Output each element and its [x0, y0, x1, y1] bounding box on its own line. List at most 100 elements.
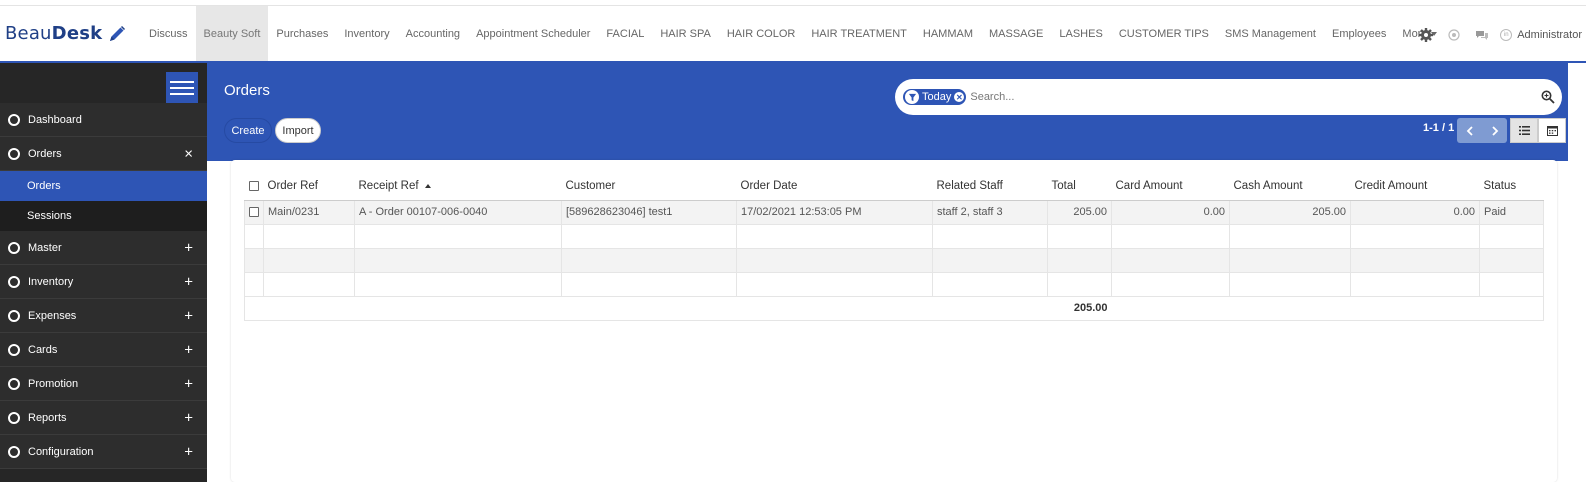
pencil-icon: [110, 25, 126, 41]
column-header-credit-amount[interactable]: Credit Amount: [1350, 173, 1480, 201]
search-icon[interactable]: [1541, 90, 1555, 104]
main-content: Orders Create Import Today ✕ 1-1 / 1: [207, 63, 1586, 482]
menu-item-accounting[interactable]: Accounting: [398, 6, 468, 61]
table-row[interactable]: Main/0231 A - Order 00107-006-0040 [589628…: [244, 199, 1544, 225]
sidebar-subitem-sessions[interactable]: Sessions: [0, 201, 207, 231]
menu-item-beauty-soft[interactable]: Beauty Soft: [195, 6, 269, 61]
search-input[interactable]: [970, 91, 1531, 103]
collapse-icon[interactable]: ×: [184, 146, 193, 161]
expand-icon[interactable]: +: [184, 240, 193, 255]
sidebar-item-configuration[interactable]: Configuration +: [0, 435, 207, 469]
filter-facet-label: Today: [922, 91, 952, 103]
column-header-order-ref[interactable]: Order Ref: [263, 173, 355, 201]
sidebar-item-label: Expenses: [28, 309, 77, 322]
menu-item-employees[interactable]: Employees: [1324, 6, 1394, 61]
menu-item-customer-tips[interactable]: CUSTOMER TIPS: [1111, 6, 1217, 61]
column-header-customer[interactable]: Customer: [561, 173, 737, 201]
menu-item-hair-spa[interactable]: HAIR SPA: [652, 6, 719, 61]
column-header-label: Total: [1051, 180, 1076, 193]
menu-item-facial[interactable]: FACIAL: [598, 6, 652, 61]
sidebar-item-dashboard[interactable]: Dashboard: [0, 103, 207, 137]
menu-item-massage[interactable]: MASSAGE: [981, 6, 1051, 61]
pager-value[interactable]: 1-1 / 1: [1423, 122, 1454, 134]
sidebar-subitem-orders[interactable]: Orders: [0, 171, 207, 201]
chevron-right-icon: [1491, 125, 1498, 136]
filter-facet[interactable]: Today ✕: [903, 89, 967, 105]
expand-icon[interactable]: +: [184, 308, 193, 323]
cell-related-staff: [932, 271, 1048, 297]
menu-item-sms-management[interactable]: SMS Management: [1217, 6, 1324, 61]
circle-icon: [8, 275, 20, 288]
column-header-label: Customer: [565, 180, 616, 193]
cell-status: [1479, 247, 1544, 273]
column-header-order-date[interactable]: Order Date: [736, 173, 933, 201]
column-header-related-staff[interactable]: Related Staff: [932, 173, 1048, 201]
column-header-card-amount[interactable]: Card Amount: [1111, 173, 1230, 201]
menu-item-discuss[interactable]: Discuss: [141, 6, 196, 61]
column-header-label: Related Staff: [936, 180, 1003, 193]
column-header-cash-amount[interactable]: Cash Amount: [1229, 173, 1351, 201]
row-checkbox[interactable]: [249, 207, 259, 218]
menu-item-purchases[interactable]: Purchases: [268, 6, 336, 61]
column-header-label: Order Ref: [267, 180, 319, 193]
cell-related-staff: [932, 223, 1048, 249]
cell-customer: [589628623046] test1: [561, 199, 737, 225]
sidebar-item-cards[interactable]: Cards +: [0, 333, 207, 367]
sidebar-item-promotion[interactable]: Promotion +: [0, 367, 207, 401]
cell-cash-amount: 205.00: [1229, 199, 1351, 225]
cell-total: [1047, 223, 1112, 249]
activity-icon[interactable]: [1445, 26, 1463, 44]
expand-icon[interactable]: +: [184, 274, 193, 289]
cell-order-ref: [263, 247, 355, 273]
calendar-view-button[interactable]: [1538, 118, 1566, 143]
sidebar-item-reports[interactable]: Reports +: [0, 401, 207, 435]
create-button[interactable]: Create: [224, 118, 272, 143]
pager-next-button[interactable]: [1482, 118, 1507, 143]
row-select-cell: [244, 199, 264, 225]
circle-icon: [8, 113, 20, 126]
page-title: Orders: [224, 82, 270, 99]
logo-text-bold: Desk: [51, 23, 103, 44]
column-header-label: Status: [1483, 180, 1517, 193]
expand-icon[interactable]: +: [184, 444, 193, 459]
select-all-cell: [244, 173, 264, 201]
view-switcher: [1510, 118, 1566, 143]
menu-item-inventory[interactable]: Inventory: [336, 6, 397, 61]
column-header-total[interactable]: Total: [1047, 173, 1112, 201]
cell-order-ref: Main/0231: [263, 199, 355, 225]
row-select-cell: [244, 223, 264, 249]
expand-icon[interactable]: +: [184, 342, 193, 357]
chat-icon[interactable]: [1473, 26, 1491, 44]
import-button[interactable]: Import: [275, 118, 321, 143]
select-all-checkbox[interactable]: [248, 181, 259, 192]
sidebar-item-orders[interactable]: Orders ×: [0, 137, 207, 171]
menu-item-appointment-scheduler[interactable]: Appointment Scheduler: [468, 6, 598, 61]
cell-card-amount: 0.00: [1111, 199, 1230, 225]
column-header-receipt-ref[interactable]: Receipt Ref: [354, 173, 562, 201]
column-header-status[interactable]: Status: [1479, 173, 1544, 201]
expand-icon[interactable]: +: [184, 376, 193, 391]
cell-cash-amount: [1229, 223, 1351, 249]
gear-icon[interactable]: [1417, 26, 1435, 44]
hamburger-menu-button[interactable]: [166, 72, 198, 104]
cell-total: [1047, 247, 1112, 273]
pager-previous-button[interactable]: [1457, 118, 1482, 143]
menu-item-hair-treatment[interactable]: HAIR TREATMENT: [803, 6, 915, 61]
menu-item-hair-color[interactable]: HAIR COLOR: [719, 6, 803, 61]
control-panel: Orders Create Import Today ✕ 1-1 / 1: [207, 63, 1568, 161]
navbar-right: in Administrator: [1412, 6, 1586, 63]
sidebar-item-label: Promotion: [28, 377, 79, 390]
column-header-label: Cash Amount: [1233, 180, 1303, 193]
cell-total: 205.00: [1047, 199, 1112, 225]
sidebar-item-expenses[interactable]: Expenses +: [0, 299, 207, 333]
remove-filter-icon[interactable]: ✕: [954, 92, 965, 102]
list-view-button[interactable]: [1510, 118, 1538, 143]
app-logo[interactable]: BeauDesk: [0, 6, 141, 61]
sidebar-item-master[interactable]: Master +: [0, 231, 207, 265]
menu-item-hammam[interactable]: HAMMAM: [915, 6, 981, 61]
sidebar-item-inventory[interactable]: Inventory +: [0, 265, 207, 299]
cell-receipt-ref: A - Order 00107-006-0040: [354, 199, 562, 225]
menu-item-lashes[interactable]: LASHES: [1051, 6, 1110, 61]
expand-icon[interactable]: +: [184, 410, 193, 425]
user-menu[interactable]: in Administrator: [1500, 28, 1586, 41]
